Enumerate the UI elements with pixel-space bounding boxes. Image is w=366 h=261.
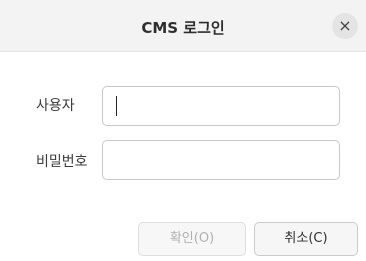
ok-button[interactable]: 확인(O)	[138, 222, 246, 256]
password-input[interactable]	[102, 140, 340, 180]
title-bar: CMS 로그인 ×	[0, 0, 366, 52]
dialog-title: CMS 로그인	[141, 19, 225, 37]
text-cursor	[116, 96, 117, 116]
close-button[interactable]: ×	[332, 13, 358, 39]
user-label: 사용자	[36, 98, 75, 114]
password-label: 비밀번호	[36, 154, 88, 170]
login-dialog: CMS 로그인 × 사용자 비밀번호 확인(O) 취소(C)	[0, 0, 366, 261]
cancel-button[interactable]: 취소(C)	[254, 222, 358, 256]
user-input[interactable]	[102, 86, 340, 126]
close-icon: ×	[338, 16, 352, 35]
